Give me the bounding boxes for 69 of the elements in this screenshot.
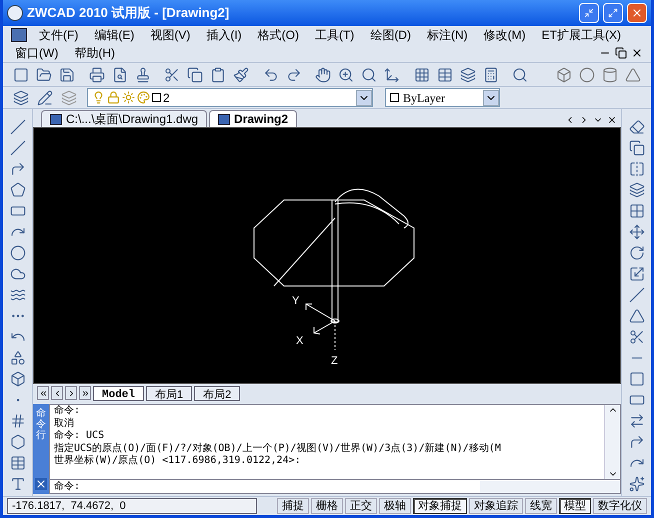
menu-item[interactable]: 修改(M) (480, 26, 530, 44)
sun-icon (122, 91, 135, 104)
first-tab-icon[interactable] (37, 386, 49, 400)
command-line: 命令: UCS (54, 430, 106, 442)
drawing-tab[interactable]: Drawing2 (209, 110, 298, 127)
drawing-canvas[interactable]: Y X Z (33, 127, 621, 384)
linetype-dropdown[interactable]: ByLayer (385, 88, 500, 107)
app-logo-icon (7, 5, 23, 21)
status-toggle[interactable]: 模型 (559, 498, 591, 514)
document-icon (11, 28, 27, 42)
color-swatch-icon (152, 93, 161, 102)
layer-dropdown[interactable]: 2 (87, 88, 373, 107)
menu-item[interactable]: 插入(I) (202, 26, 246, 44)
status-toggle[interactable]: 极轴 (379, 498, 411, 514)
menu-item[interactable]: 窗口(W) (11, 44, 62, 62)
layout-tab[interactable]: Model (93, 386, 144, 400)
status-toggle[interactable]: 对象捕捉 (413, 498, 467, 514)
drawing-file-icon (50, 114, 62, 124)
ucs-axis-drawing (306, 304, 340, 350)
drawing-tab[interactable]: C:\...\桌面\Drawing1.dwg (41, 110, 208, 127)
menu-item[interactable]: 视图(V) (146, 26, 194, 44)
maximize-button[interactable] (603, 3, 623, 23)
close-icon (631, 47, 643, 59)
layout-tab[interactable]: 布局1 (146, 386, 192, 400)
command-prompt[interactable]: 命令: (50, 479, 480, 494)
lock-icon (107, 91, 120, 104)
maximize-icon (608, 8, 618, 18)
menu-item[interactable]: 文件(F) (35, 26, 82, 44)
layout-tab[interactable]: 布局2 (194, 386, 240, 400)
status-toggle[interactable]: 正交 (345, 498, 377, 514)
last-tab-icon[interactable] (79, 386, 91, 400)
panel-title: 命令行 (36, 408, 46, 441)
close-button[interactable] (627, 3, 647, 23)
close-icon (631, 7, 643, 19)
status-toggle[interactable]: 线宽 (525, 498, 557, 514)
menu-item[interactable]: 格式(O) (254, 26, 303, 44)
status-toggle[interactable]: 栅格 (311, 498, 343, 514)
command-line: 指定UCS的原点(O)/面(F)/?/对象(OB)/上一个(P)/视图(V)/世界(W)/3点(3)/新建(N)/移动(M (54, 442, 502, 454)
status-toggle[interactable]: 对象追踪 (469, 498, 523, 514)
horizontal-scrollbar[interactable] (480, 480, 620, 492)
layer-name: 2 (163, 90, 171, 106)
restore-icon (615, 47, 627, 59)
minimize-button[interactable] (579, 3, 599, 23)
close-icon (35, 478, 47, 490)
scrollbar[interactable] (604, 405, 620, 479)
command-line: 世界坐标(W)/原点(O) <117.6986,319.0122,24>: (54, 455, 302, 468)
drawing-file-icon (218, 114, 230, 124)
window-title: ZWCAD 2010 试用版 - [Drawing2] (27, 4, 230, 22)
linetype-value: ByLayer (403, 90, 446, 106)
command-line: 命令: (54, 405, 82, 418)
status-toggle[interactable]: 数字化仪 (593, 498, 647, 514)
status-toggle[interactable]: 捕捉 (277, 498, 309, 514)
bulb-icon (92, 91, 105, 104)
axis-label: X (296, 335, 304, 347)
menu-item[interactable]: 帮助(H) (70, 44, 119, 62)
menu-item[interactable]: 标注(N) (422, 26, 472, 44)
menu-item[interactable]: 工具(T) (310, 26, 358, 44)
menu-item[interactable]: 绘图(D) (366, 26, 415, 44)
menu-item[interactable]: ET扩展工具(X) (538, 26, 625, 44)
close-icon (607, 115, 617, 125)
coordinates-display: -176.1817, 74.4672, 0 (7, 498, 257, 514)
axis-label: Z (331, 355, 338, 367)
color-icon (137, 91, 150, 104)
color-swatch-icon (390, 93, 399, 102)
command-line: 取消 (54, 418, 75, 430)
menu-item[interactable]: 编辑(E) (90, 26, 138, 44)
next-tab-icon[interactable] (65, 386, 77, 400)
axis-label: Y (292, 295, 300, 307)
previous-tab-icon[interactable] (51, 386, 63, 400)
